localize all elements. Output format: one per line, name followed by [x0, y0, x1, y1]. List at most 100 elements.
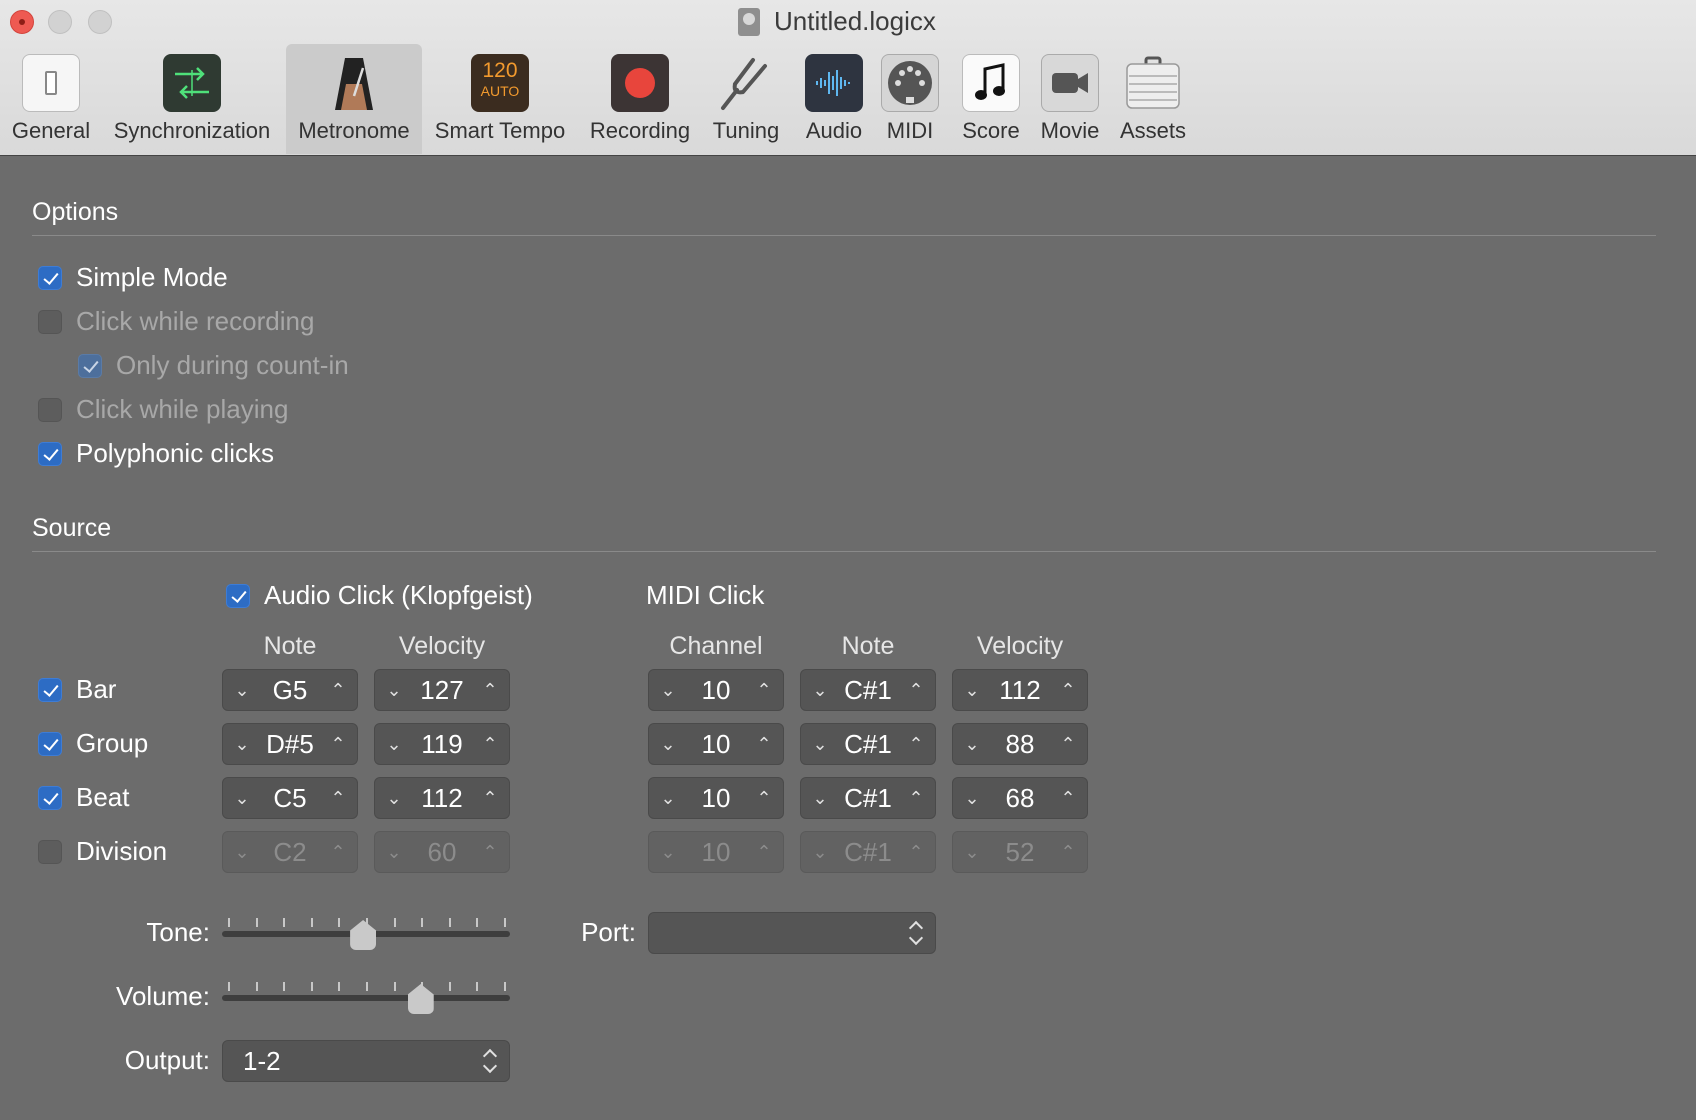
toolbar-assets[interactable]: Assets — [1112, 44, 1194, 154]
chevron-up-icon[interactable]: ⌃ — [477, 670, 503, 710]
chevron-up-icon[interactable]: ⌃ — [1055, 778, 1081, 818]
tone-slider-thumb[interactable] — [350, 920, 377, 950]
port-popup[interactable] — [648, 912, 936, 954]
bar-midi-note-stepper[interactable]: ⌄ C#1 ⌃ — [800, 669, 936, 711]
group-channel-stepper[interactable]: ⌄ 10 ⌃ — [648, 723, 784, 765]
chevron-up-icon[interactable]: ⌃ — [751, 670, 777, 710]
beat-checkbox[interactable] — [38, 786, 62, 810]
audio-click-checkbox[interactable] — [226, 584, 250, 608]
channel-column-header: Channel — [669, 632, 763, 660]
beat-channel-stepper[interactable]: ⌄ 10 ⌃ — [648, 777, 784, 819]
division-midi-velocity-stepper[interactable]: ⌄ 52 ⌃ — [952, 831, 1088, 873]
output-label: Output: — [124, 1045, 210, 1075]
chevron-down-icon[interactable]: ⌄ — [381, 832, 407, 872]
zoom-window-button[interactable] — [88, 10, 112, 34]
source-divider — [32, 551, 1656, 552]
toolbar-metronome[interactable]: Metronome — [286, 44, 422, 154]
chevron-up-icon[interactable]: ⌃ — [751, 778, 777, 818]
chevron-up-icon[interactable]: ⌃ — [325, 832, 351, 872]
chevron-up-icon[interactable]: ⌃ — [751, 832, 777, 872]
chevron-down-icon[interactable]: ⌄ — [807, 832, 833, 872]
minimize-window-button[interactable] — [48, 10, 72, 34]
division-midi-velocity-value: 52 — [1005, 837, 1035, 867]
toolbar-synchronization[interactable]: Synchronization — [104, 44, 280, 154]
toolbar-recording[interactable]: Recording — [582, 44, 698, 154]
group-note-stepper[interactable]: ⌄ D#5 ⌃ — [222, 723, 358, 765]
beat-midi-note-stepper[interactable]: ⌄ C#1 ⌃ — [800, 777, 936, 819]
beat-midi-velocity-stepper[interactable]: ⌄ 68 ⌃ — [952, 777, 1088, 819]
chevron-down-icon[interactable]: ⌄ — [229, 778, 255, 818]
chevron-up-icon[interactable]: ⌃ — [325, 670, 351, 710]
division-channel-stepper[interactable]: ⌄ 10 ⌃ — [648, 831, 784, 873]
division-velocity-stepper[interactable]: ⌄ 60 ⌃ — [374, 831, 510, 873]
chevron-up-icon[interactable]: ⌃ — [903, 724, 929, 764]
volume-slider[interactable] — [222, 995, 510, 1001]
chevron-up-icon[interactable]: ⌃ — [477, 724, 503, 764]
toolbar-midi[interactable]: MIDI — [876, 44, 944, 154]
click-while-recording-checkbox[interactable] — [38, 310, 62, 334]
division-note-value: C2 — [273, 837, 307, 867]
toolbar-general[interactable]: General — [4, 44, 98, 154]
group-checkbox[interactable] — [38, 732, 62, 756]
chevron-up-icon[interactable]: ⌃ — [325, 778, 351, 818]
division-note-stepper[interactable]: ⌄ C2 ⌃ — [222, 831, 358, 873]
division-midi-note-stepper[interactable]: ⌄ C#1 ⌃ — [800, 831, 936, 873]
chevron-up-icon[interactable]: ⌃ — [477, 832, 503, 872]
chevron-down-icon[interactable]: ⌄ — [229, 670, 255, 710]
bar-note-stepper[interactable]: ⌄ G5 ⌃ — [222, 669, 358, 711]
video-camera-icon — [1041, 54, 1099, 112]
toolbar-tuning[interactable]: Tuning — [706, 44, 786, 154]
chevron-down-icon[interactable]: ⌄ — [229, 724, 255, 764]
output-popup[interactable]: 1-2 — [222, 1040, 510, 1082]
chevron-down-icon[interactable]: ⌄ — [807, 778, 833, 818]
group-velocity-stepper[interactable]: ⌄ 119 ⌃ — [374, 723, 510, 765]
toolbar-audio[interactable]: Audio — [794, 44, 874, 154]
chevron-down-icon[interactable]: ⌄ — [959, 670, 985, 710]
bar-checkbox[interactable] — [38, 678, 62, 702]
group-midi-note-stepper[interactable]: ⌄ C#1 ⌃ — [800, 723, 936, 765]
bar-velocity-stepper[interactable]: ⌄ 127 ⌃ — [374, 669, 510, 711]
beat-note-stepper[interactable]: ⌄ C5 ⌃ — [222, 777, 358, 819]
port-label: Port: — [581, 917, 636, 947]
chevron-up-icon[interactable]: ⌃ — [903, 832, 929, 872]
chevron-up-icon[interactable]: ⌃ — [903, 778, 929, 818]
beat-velocity-stepper[interactable]: ⌄ 112 ⌃ — [374, 777, 510, 819]
division-label: Division — [76, 836, 168, 866]
chevron-down-icon[interactable]: ⌄ — [655, 670, 681, 710]
toolbar-movie[interactable]: Movie — [1034, 44, 1106, 154]
bar-midi-velocity-stepper[interactable]: ⌄ 112 ⌃ — [952, 669, 1088, 711]
division-checkbox[interactable] — [38, 840, 62, 864]
volume-slider-thumb[interactable] — [407, 984, 434, 1014]
chevron-up-icon[interactable]: ⌃ — [751, 724, 777, 764]
simple-mode-checkbox[interactable] — [38, 266, 62, 290]
chevron-up-icon[interactable]: ⌃ — [325, 724, 351, 764]
chevron-up-icon[interactable]: ⌃ — [1055, 670, 1081, 710]
chevron-down-icon[interactable]: ⌄ — [381, 724, 407, 764]
chevron-up-icon[interactable]: ⌃ — [1055, 832, 1081, 872]
chevron-up-icon[interactable]: ⌃ — [1055, 724, 1081, 764]
polyphonic-clicks-checkbox[interactable] — [38, 442, 62, 466]
toolbar-score[interactable]: Score — [954, 44, 1028, 154]
toolbar-smart-tempo[interactable]: 120 AUTO Smart Tempo — [428, 44, 572, 154]
only-during-count-in-checkbox[interactable] — [78, 354, 102, 378]
chevron-down-icon[interactable]: ⌄ — [381, 670, 407, 710]
chevron-down-icon[interactable]: ⌄ — [807, 724, 833, 764]
close-window-button[interactable] — [10, 10, 34, 34]
group-label: Group — [76, 728, 149, 758]
chevron-down-icon[interactable]: ⌄ — [655, 778, 681, 818]
chevron-up-icon[interactable]: ⌃ — [477, 778, 503, 818]
click-while-playing-checkbox[interactable] — [38, 398, 62, 422]
chevron-down-icon[interactable]: ⌄ — [655, 724, 681, 764]
bar-channel-stepper[interactable]: ⌄ 10 ⌃ — [648, 669, 784, 711]
chevron-down-icon[interactable]: ⌄ — [229, 832, 255, 872]
group-midi-velocity-stepper[interactable]: ⌄ 88 ⌃ — [952, 723, 1088, 765]
chevron-down-icon[interactable]: ⌄ — [959, 724, 985, 764]
source-section-title: Source — [32, 514, 112, 542]
chevron-down-icon[interactable]: ⌄ — [381, 778, 407, 818]
chevron-down-icon[interactable]: ⌄ — [655, 832, 681, 872]
chevron-down-icon[interactable]: ⌄ — [959, 778, 985, 818]
chevron-up-icon[interactable]: ⌃ — [903, 670, 929, 710]
slider-tick — [283, 982, 286, 991]
chevron-down-icon[interactable]: ⌄ — [807, 670, 833, 710]
chevron-down-icon[interactable]: ⌄ — [959, 832, 985, 872]
